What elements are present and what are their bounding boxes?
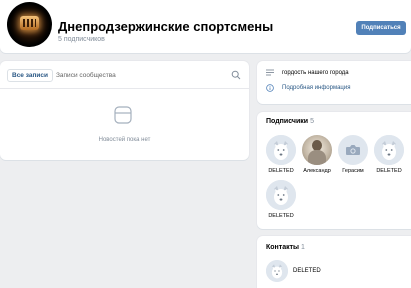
member-name: DELETED — [376, 168, 402, 174]
search-icon[interactable] — [231, 70, 241, 80]
status-row: гордость нашего города — [266, 69, 349, 76]
deleted-dog-avatar-icon — [266, 180, 296, 210]
group-header: Днепродзержинские спортсмены 5 подписчик… — [0, 0, 411, 53]
member-item[interactable]: DELETED — [264, 135, 298, 174]
deleted-dog-avatar-icon[interactable] — [266, 260, 288, 282]
contact-name[interactable]: DELETED — [293, 268, 321, 274]
subscribers-count[interactable]: 5 подписчиков — [58, 36, 105, 43]
details-link[interactable]: Подробная информация — [266, 84, 350, 92]
divider — [0, 88, 249, 89]
members-title-label: Подписчики — [266, 118, 309, 125]
tab-all-posts[interactable]: Все записи — [7, 69, 54, 82]
camera-icon — [338, 135, 368, 165]
contacts-card: Контакты 1 DELETED — [257, 236, 411, 288]
member-name: Александр — [303, 168, 331, 174]
contacts-count: 1 — [301, 244, 305, 251]
member-item[interactable]: Герасим — [336, 135, 370, 174]
info-card: гордость нашего города Подробная информа… — [257, 61, 411, 104]
members-title[interactable]: Подписчики 5 — [266, 118, 314, 125]
contacts-title-label: Контакты — [266, 244, 300, 251]
empty-feed-icon — [114, 106, 132, 124]
member-name: DELETED — [268, 168, 294, 174]
members-card: Подписчики 5 DELETED Александр Герасим DE… — [257, 112, 411, 229]
deleted-dog-avatar-icon — [374, 135, 404, 165]
members-count: 5 — [310, 118, 314, 125]
info-icon — [266, 84, 274, 92]
group-avatar[interactable] — [7, 2, 52, 47]
group-title: Днепродзержинские спортсмены — [58, 19, 274, 34]
member-item[interactable]: DELETED — [264, 180, 298, 219]
deleted-dog-avatar-icon — [266, 135, 296, 165]
wall-card: Все записи Записи сообщества Новостей по… — [0, 61, 249, 160]
status-text: гордость нашего города — [282, 69, 349, 76]
menu-lines-icon — [266, 69, 274, 76]
member-name: DELETED — [268, 213, 294, 219]
empty-feed-text: Новостей пока нет — [98, 137, 151, 143]
member-item[interactable]: Александр — [300, 135, 334, 174]
member-item[interactable]: DELETED — [372, 135, 406, 174]
subscribe-button[interactable]: Подписаться — [356, 21, 406, 35]
details-link-label[interactable]: Подробная информация — [282, 85, 350, 91]
photo-avatar-icon — [302, 135, 332, 165]
tab-community-posts[interactable]: Записи сообщества — [56, 72, 116, 79]
contacts-title[interactable]: Контакты 1 — [266, 244, 305, 251]
member-name: Герасим — [342, 168, 364, 174]
